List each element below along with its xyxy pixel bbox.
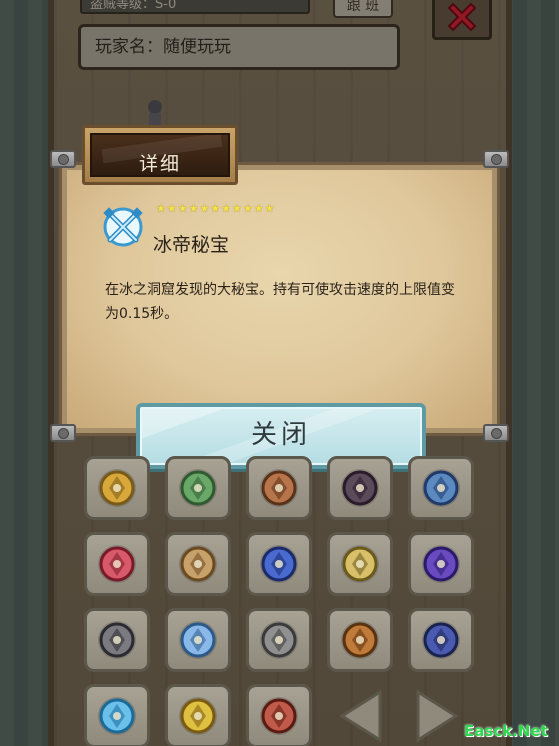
dialog-corner-bracket-icon (50, 424, 76, 442)
item-slot[interactable] (84, 608, 150, 672)
blue-castle-icon (422, 469, 460, 507)
arrow-left-icon[interactable] (336, 688, 386, 744)
red-book-icon (98, 545, 136, 583)
item-slot[interactable] (84, 684, 150, 746)
grey-wolf-icon (98, 621, 136, 659)
golden-mask-icon (179, 697, 217, 735)
item-slot[interactable] (246, 684, 312, 746)
item-slot[interactable] (246, 456, 312, 520)
ice-shield-icon (179, 621, 217, 659)
golden-girl-icon (341, 545, 379, 583)
red-demon-icon (260, 697, 298, 735)
beast-head-icon (179, 545, 217, 583)
watermark: Easck.Net (464, 722, 548, 740)
item-description: 在冰之洞窟发现的大秘宝。持有可使攻击速度的上限值变为0.15秒。 (105, 282, 455, 322)
wood-logs-icon (341, 621, 379, 659)
dialog-corner-bracket-icon (483, 424, 509, 442)
dialog-corner-bracket-icon (50, 150, 76, 168)
dialog-title-plaque: 详细 (82, 125, 238, 185)
item-slot[interactable] (327, 456, 393, 520)
iron-shield-icon (260, 621, 298, 659)
green-bird-shield-icon (179, 469, 217, 507)
dark-spider-icon (341, 469, 379, 507)
item-slot[interactable] (408, 608, 474, 672)
ice-swords-icon (98, 697, 136, 735)
item-slot[interactable] (246, 608, 312, 672)
item-slot[interactable] (165, 684, 231, 746)
item-slot[interactable] (408, 532, 474, 596)
item-slot[interactable] (165, 456, 231, 520)
item-slot[interactable] (165, 532, 231, 596)
magic-book-icon (260, 545, 298, 583)
dialog-title: 详细 (138, 153, 181, 175)
item-slot[interactable] (327, 532, 393, 596)
item-slot[interactable] (165, 608, 231, 672)
ice-swords-icon (103, 207, 143, 247)
arrow-right-icon[interactable] (412, 688, 462, 744)
dialog-corner-bracket-icon (483, 150, 509, 168)
item-slot[interactable] (84, 456, 150, 520)
item-slot[interactable] (84, 532, 150, 596)
gold-medal-icon (98, 469, 136, 507)
purple-helmet-icon (422, 545, 460, 583)
item-slot[interactable] (327, 608, 393, 672)
item-name: 冰帝秘宝 (153, 234, 230, 256)
rarity-stars: ★★★★★★★★★★★ (156, 202, 276, 215)
blue-compass-icon (422, 621, 460, 659)
item-slot[interactable] (246, 532, 312, 596)
wooden-shield-icon (260, 469, 298, 507)
item-slot[interactable] (408, 456, 474, 520)
